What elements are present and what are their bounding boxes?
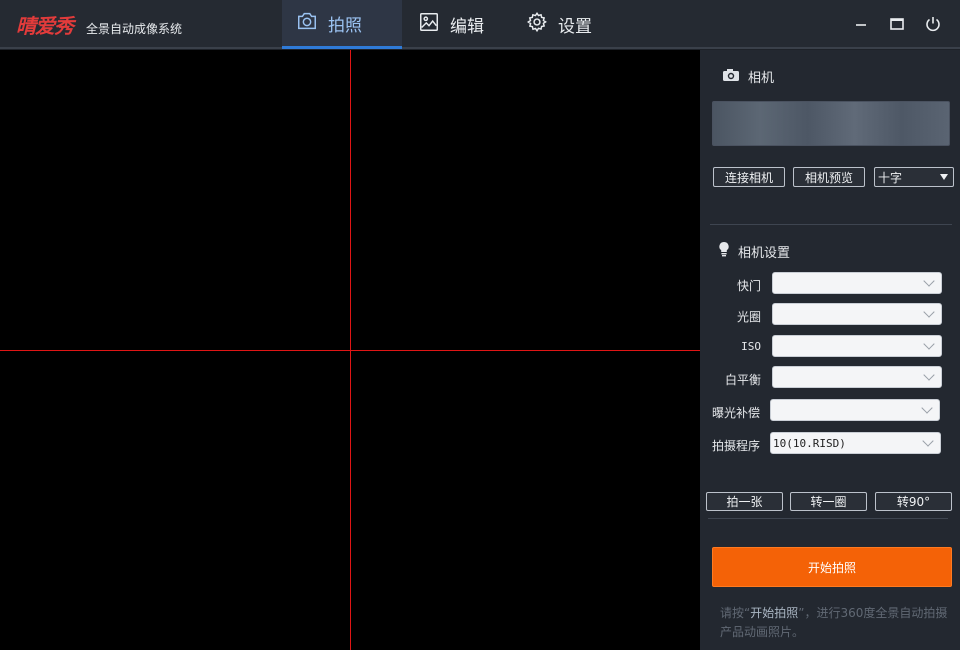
shutter-label: 快门 xyxy=(736,279,761,293)
chevron-down-icon xyxy=(923,338,935,350)
shooting-program-label: 拍摄程序 xyxy=(711,439,760,453)
title-bar: 晴爱秀 全景自动成像系统 拍照 编辑 设置 xyxy=(0,0,960,49)
aperture-label: 光圈 xyxy=(736,310,761,324)
control-panel: 相机 连接相机 相机预览 十字 相机设置 快门 光圈 ISO 白平衡 曝光补偿 … xyxy=(700,50,960,650)
shooting-program-select[interactable]: 10(10.RISD) xyxy=(770,432,941,454)
camera-viewport[interactable] xyxy=(0,50,700,650)
iso-label: ISO xyxy=(741,340,761,353)
start-shooting-button[interactable]: 开始拍照 xyxy=(712,547,952,587)
gear-icon xyxy=(526,11,548,38)
crosshair-horizontal-line xyxy=(0,350,700,351)
rotate-circle-button[interactable]: 转一圈 xyxy=(790,492,867,511)
white-balance-select[interactable] xyxy=(772,366,942,388)
shooting-program-value: 10(10.RISD) xyxy=(773,436,846,450)
lightbulb-icon xyxy=(718,241,730,261)
app-logo: 晴爱秀 xyxy=(16,14,74,38)
exposure-compensation-select[interactable] xyxy=(770,399,940,421)
camera-preview-button[interactable]: 相机预览 xyxy=(793,167,865,187)
maximize-button[interactable] xyxy=(887,14,907,34)
close-button[interactable] xyxy=(923,14,943,34)
tab-settings-label: 设置 xyxy=(558,17,592,37)
overlay-select-value: 十字 xyxy=(878,170,903,185)
minimize-icon xyxy=(856,24,866,26)
rotate-90-button[interactable]: 转90° xyxy=(875,492,952,511)
app-subtitle: 全景自动成像系统 xyxy=(86,22,183,36)
shutter-select[interactable] xyxy=(772,272,942,294)
overlay-select[interactable]: 十字 xyxy=(874,167,954,187)
image-icon xyxy=(418,11,440,38)
connect-camera-button[interactable]: 连接相机 xyxy=(713,167,785,187)
exposure-compensation-label: 曝光补偿 xyxy=(711,406,760,420)
camera-small-icon xyxy=(722,68,740,86)
tab-edit-label: 编辑 xyxy=(450,17,484,37)
tab-photo-label: 拍照 xyxy=(328,15,362,36)
settings-section-label: 相机设置 xyxy=(738,245,791,261)
divider xyxy=(708,518,948,519)
chevron-down-icon xyxy=(923,306,935,318)
chevron-down-icon xyxy=(921,402,933,414)
hint-text: 请按“开始拍照”，进行360度全景自动拍摄产品动画照片。 xyxy=(720,604,952,642)
camera-section-label: 相机 xyxy=(748,71,775,86)
camera-icon xyxy=(296,10,318,37)
tab-photo[interactable]: 拍照 xyxy=(282,0,402,49)
minimize-button[interactable] xyxy=(851,14,871,34)
power-icon xyxy=(926,17,940,32)
iso-select[interactable] xyxy=(772,335,942,357)
maximize-icon xyxy=(890,18,904,30)
chevron-down-icon xyxy=(922,435,934,447)
tab-settings[interactable]: 设置 xyxy=(512,0,612,49)
white-balance-label: 白平衡 xyxy=(724,373,761,387)
divider xyxy=(710,224,952,225)
chevron-down-icon xyxy=(923,275,935,287)
shoot-one-button[interactable]: 拍一张 xyxy=(706,492,783,511)
caret-down-icon xyxy=(940,174,948,180)
hint-highlight: 开始拍照 xyxy=(750,606,799,620)
camera-status-box xyxy=(712,101,950,146)
aperture-select[interactable] xyxy=(772,303,942,325)
camera-section-title: 相机 xyxy=(722,67,774,86)
settings-section-title: 相机设置 xyxy=(718,241,790,261)
hint-prefix: 请按“ xyxy=(720,606,751,620)
chevron-down-icon xyxy=(923,369,935,381)
tab-edit[interactable]: 编辑 xyxy=(404,0,504,49)
